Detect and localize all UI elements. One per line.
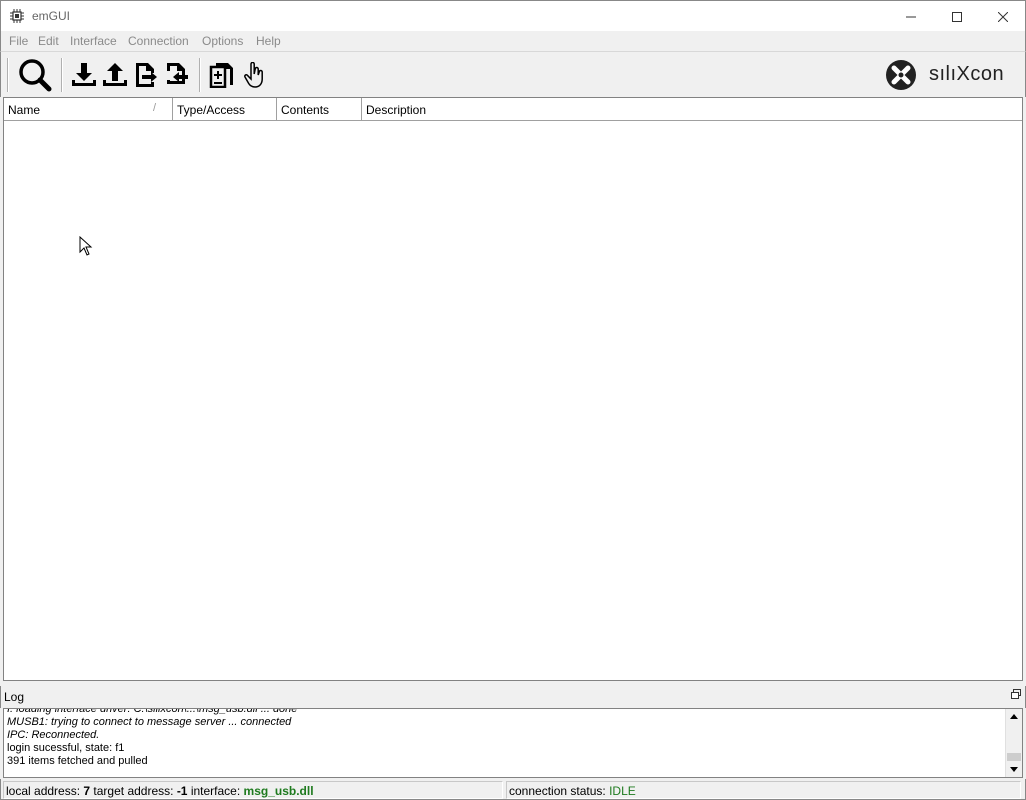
column-header-type-access[interactable]: Type/Access bbox=[173, 98, 277, 120]
log-scrollbar[interactable] bbox=[1005, 709, 1022, 777]
log-line: login sucessful, state: f1 bbox=[7, 742, 125, 754]
tree-header: Name / Type/Access Contents Description bbox=[4, 98, 1022, 121]
log-line: IPC: Reconnected. bbox=[7, 729, 100, 741]
interface-value: msg_usb.dll bbox=[243, 784, 314, 798]
log-title: Log bbox=[4, 690, 25, 704]
minimize-icon bbox=[906, 16, 916, 17]
file-export-icon bbox=[136, 63, 157, 87]
upload-icon bbox=[103, 63, 127, 86]
target-address-value: -1 bbox=[176, 784, 188, 798]
search-icon bbox=[19, 59, 52, 92]
target-address-label: target address: bbox=[93, 784, 174, 798]
column-header-name[interactable]: Name / bbox=[4, 98, 173, 120]
mouse-cursor-icon bbox=[79, 236, 93, 256]
scroll-thumb[interactable] bbox=[1007, 753, 1021, 761]
scroll-up-button[interactable] bbox=[1006, 709, 1022, 724]
parameter-tree[interactable]: Name / Type/Access Contents Description bbox=[3, 97, 1023, 681]
maximize-button[interactable] bbox=[934, 1, 980, 32]
search-button[interactable] bbox=[16, 59, 54, 92]
close-icon bbox=[998, 11, 1008, 22]
silixcon-logo-icon bbox=[886, 60, 916, 90]
toolbar-grip[interactable] bbox=[199, 58, 201, 92]
logo-text: sılıXcon bbox=[929, 63, 1005, 85]
maximize-icon bbox=[952, 11, 962, 22]
local-address-value: 7 bbox=[83, 784, 91, 798]
menu-interface[interactable]: Interface bbox=[70, 34, 117, 48]
menu-options[interactable]: Options bbox=[202, 34, 243, 48]
status-bar: local address: 7 target address: -1 inte… bbox=[0, 779, 1026, 800]
log-panel-header: Log bbox=[0, 686, 1026, 708]
close-button[interactable] bbox=[980, 1, 1026, 32]
log-panel[interactable]: I: loading interface driver: C:\silixcon… bbox=[3, 708, 1023, 778]
menu-file[interactable]: File bbox=[9, 34, 28, 48]
download-icon bbox=[72, 63, 96, 86]
minimize-button[interactable] bbox=[888, 1, 934, 32]
hand-pointer-button[interactable] bbox=[239, 59, 269, 91]
log-line: 391 items fetched and pulled bbox=[7, 755, 148, 767]
hand-pointer-icon bbox=[244, 62, 263, 88]
menu-edit[interactable]: Edit bbox=[38, 34, 59, 48]
chip-icon bbox=[10, 9, 24, 23]
connection-status-value: IDLE bbox=[609, 784, 636, 798]
sort-indicator: / bbox=[153, 102, 157, 114]
menu-help[interactable]: Help bbox=[256, 34, 281, 48]
menu-bar: File Edit Interface Connection Options H… bbox=[0, 31, 1026, 51]
restore-icon[interactable] bbox=[1010, 688, 1022, 700]
window-title: emGUI bbox=[32, 9, 71, 23]
scroll-down-button[interactable] bbox=[1006, 762, 1022, 777]
status-panel-address: local address: 7 target address: -1 inte… bbox=[3, 781, 503, 799]
column-header-description[interactable]: Description bbox=[362, 98, 1022, 120]
interface-label: interface: bbox=[190, 784, 241, 798]
file-import-button[interactable] bbox=[162, 59, 192, 91]
log-line: I: loading interface driver: C:\silixcon… bbox=[7, 708, 298, 715]
column-header-name-label: Name bbox=[8, 103, 41, 117]
local-address-label: local address: bbox=[6, 784, 81, 798]
toolbar: sılıXcon bbox=[0, 51, 1026, 97]
download-button[interactable] bbox=[69, 59, 99, 91]
file-import-icon bbox=[167, 63, 188, 84]
title-bar: emGUI bbox=[0, 0, 1026, 31]
log-line: MUSB1: trying to connect to message serv… bbox=[7, 716, 292, 728]
column-header-contents[interactable]: Contents bbox=[277, 98, 362, 120]
toolbar-grip[interactable] bbox=[7, 58, 9, 92]
document-add-icon bbox=[209, 63, 233, 88]
document-add-button[interactable] bbox=[207, 59, 237, 91]
status-panel-connection: connection status: IDLE bbox=[506, 781, 1021, 799]
upload-button[interactable] bbox=[100, 59, 130, 91]
connection-status-label: connection status: bbox=[509, 784, 606, 798]
toolbar-grip[interactable] bbox=[61, 58, 63, 92]
silixcon-logo: sılıXcon bbox=[885, 59, 1015, 91]
file-export-button[interactable] bbox=[131, 59, 161, 91]
arrow-up-icon bbox=[1010, 714, 1018, 719]
menu-connection[interactable]: Connection bbox=[128, 34, 189, 48]
arrow-down-icon bbox=[1010, 767, 1018, 772]
